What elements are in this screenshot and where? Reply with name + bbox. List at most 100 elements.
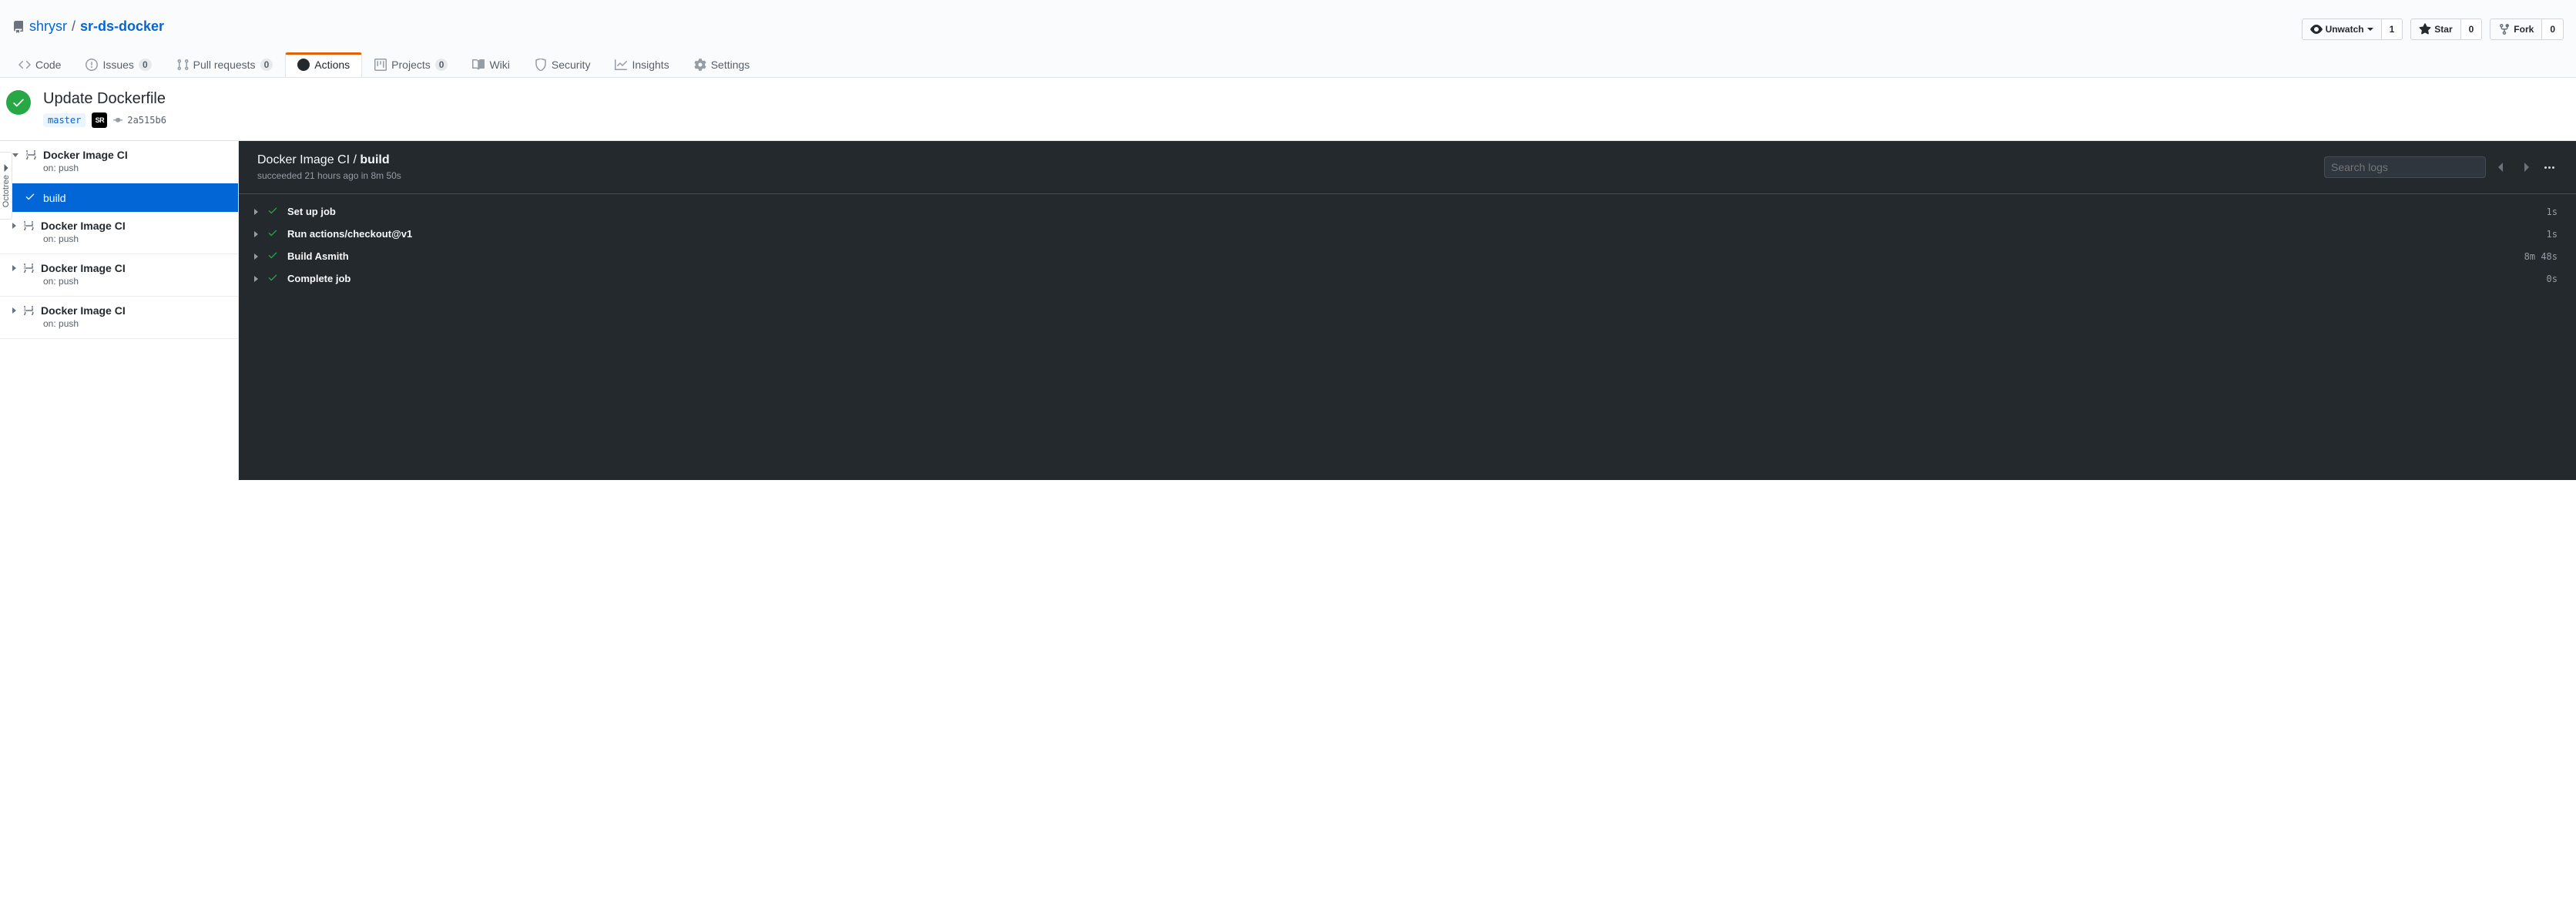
pagehead-actions: Unwatch 1 Star 0 Fork 0	[2302, 18, 2564, 40]
chevron-left-icon	[2497, 163, 2505, 172]
workflow-group: Docker Image CI on: push	[0, 141, 238, 183]
workflow-group-header[interactable]: Docker Image CI	[12, 304, 232, 317]
repo-owner-link[interactable]: shrysr	[29, 18, 67, 35]
step-row[interactable]: Complete job 0s	[239, 267, 2576, 290]
workflow-group: Docker Image CIon: push	[0, 212, 238, 254]
projects-count: 0	[435, 59, 448, 71]
chevron-right-icon	[2, 164, 10, 172]
star-button[interactable]: Star	[2410, 18, 2460, 40]
step-name: Complete job	[287, 273, 2537, 284]
tab-pulls[interactable]: Pull requests 0	[164, 52, 286, 77]
repo-name-link[interactable]: sr-ds-docker	[80, 18, 164, 35]
tab-security[interactable]: Security	[522, 52, 603, 77]
workflow-name: Docker Image CI	[41, 220, 126, 232]
next-result-button[interactable]	[2517, 158, 2535, 176]
eye-icon	[2310, 23, 2323, 35]
tab-actions[interactable]: Actions	[285, 52, 362, 77]
prev-result-button[interactable]	[2492, 158, 2511, 176]
commit-icon	[113, 115, 124, 126]
pr-icon	[176, 59, 189, 71]
check-icon	[25, 191, 35, 204]
octotree-toggle[interactable]: Octotree	[0, 152, 12, 220]
workflow-trigger: on: push	[43, 233, 232, 244]
log-title: Docker Image CI / build	[257, 153, 401, 167]
log-subtitle: succeeded 21 hours ago in 8m 50s	[257, 170, 401, 181]
octotree-label: Octotree	[2, 175, 11, 207]
caret-right-icon	[12, 223, 16, 229]
workflow-trigger: on: push	[43, 318, 232, 329]
code-icon	[18, 59, 31, 71]
unwatch-button[interactable]: Unwatch	[2302, 18, 2382, 40]
workflow-icon	[25, 149, 37, 161]
avatar[interactable]: SR	[92, 112, 107, 128]
unwatch-label: Unwatch	[2326, 22, 2364, 37]
step-row[interactable]: Build Asmith 8m 48s	[239, 245, 2576, 267]
workflow-sidebar: Octotree Docker Image CIon: pushbuildDoc…	[0, 141, 239, 480]
star-label: Star	[2434, 22, 2452, 37]
step-name: Set up job	[287, 206, 2537, 217]
tab-projects[interactable]: Projects 0	[362, 52, 460, 77]
step-row[interactable]: Set up job 1s	[239, 200, 2576, 223]
job-item-build[interactable]: build	[0, 183, 238, 212]
workflow-trigger: on: push	[43, 163, 232, 173]
step-duration: 1s	[2547, 229, 2558, 240]
workflow-trigger: on: push	[43, 276, 232, 287]
workflow-group-header[interactable]: Docker Image CI	[12, 262, 232, 274]
step-duration: 1s	[2547, 206, 2558, 217]
step-name: Build Asmith	[287, 250, 2515, 262]
tab-code[interactable]: Code	[6, 52, 73, 77]
caret-right-icon	[254, 254, 258, 260]
step-duration: 8m 48s	[2524, 251, 2558, 262]
tab-issues[interactable]: Issues 0	[73, 52, 163, 77]
fork-label: Fork	[2514, 22, 2534, 37]
tab-wiki[interactable]: Wiki	[460, 52, 522, 77]
status-success-icon	[6, 90, 31, 115]
tab-insights[interactable]: Insights	[602, 52, 681, 77]
caret-right-icon	[254, 209, 258, 215]
chevron-right-icon	[2522, 163, 2530, 172]
project-icon	[374, 59, 387, 71]
run-title: Update Dockerfile	[43, 90, 166, 108]
caret-right-icon	[254, 276, 258, 282]
star-count[interactable]: 0	[2461, 18, 2483, 40]
workflow-icon	[22, 220, 35, 232]
caret-down-icon	[12, 153, 18, 157]
repo-header: shrysr / sr-ds-docker Unwatch 1 Star 0	[0, 0, 2576, 78]
check-icon	[267, 227, 278, 240]
main-layout: Octotree Docker Image CIon: pushbuildDoc…	[0, 141, 2576, 480]
workflow-name: Docker Image CI	[43, 149, 128, 161]
search-logs-input[interactable]	[2324, 156, 2486, 178]
branch-label[interactable]: master	[43, 113, 86, 127]
graph-icon	[615, 59, 627, 71]
repo-icon	[12, 21, 25, 33]
star-icon	[2419, 23, 2431, 35]
check-icon	[267, 205, 278, 218]
tab-settings[interactable]: Settings	[682, 52, 763, 77]
workflow-name: Docker Image CI	[41, 262, 126, 274]
job-name: build	[43, 192, 66, 204]
book-icon	[472, 59, 485, 71]
pulls-count: 0	[260, 59, 273, 71]
step-row[interactable]: Run actions/checkout@v11s	[239, 223, 2576, 245]
check-icon	[267, 250, 278, 263]
workflow-group: Docker Image CIon: push	[0, 297, 238, 339]
commit-sha[interactable]: 2a515b6	[113, 115, 166, 126]
watch-count[interactable]: 1	[2382, 18, 2403, 40]
issues-count: 0	[139, 59, 152, 71]
workflow-group: Docker Image CI on: push	[0, 254, 238, 297]
fork-icon	[2498, 23, 2511, 35]
step-duration: 0s	[2547, 274, 2558, 284]
repo-title: shrysr / sr-ds-docker	[12, 18, 164, 35]
repo-sep: /	[72, 18, 75, 35]
caret-right-icon	[12, 307, 16, 314]
fork-count[interactable]: 0	[2542, 18, 2564, 40]
run-header: Update Dockerfile master SR 2a515b6	[0, 78, 2576, 141]
workflow-group-header[interactable]: Docker Image CI	[12, 149, 232, 161]
workflow-icon	[22, 262, 35, 274]
workflow-group-header[interactable]: Docker Image CI	[12, 220, 232, 232]
log-menu-button[interactable]	[2541, 163, 2558, 172]
fork-button[interactable]: Fork	[2490, 18, 2542, 40]
dropdown-caret-icon	[2367, 28, 2373, 31]
gear-icon	[694, 59, 706, 71]
play-icon	[297, 59, 310, 71]
